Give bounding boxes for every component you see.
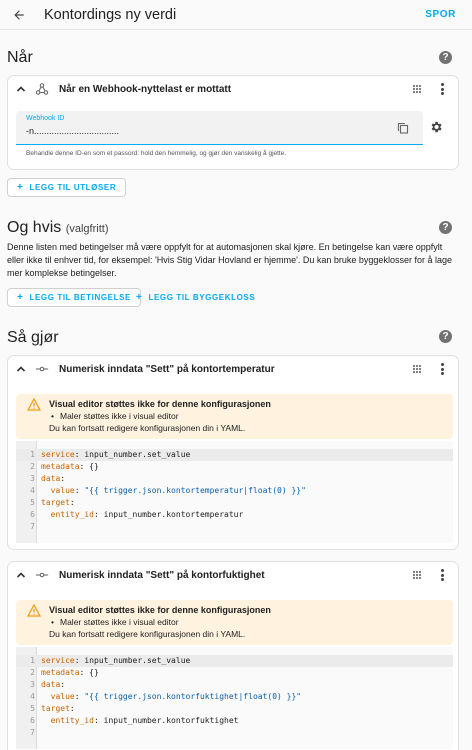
add-trigger-button[interactable]: + LEGG TIL UTLØSER [7, 178, 127, 197]
chevron-up-icon[interactable] [16, 570, 26, 580]
code-line: 6 entity_id: input_number.kontortemperat… [30, 510, 244, 519]
plus-icon: + [17, 182, 24, 193]
more-options-icon[interactable] [440, 83, 444, 95]
warning-alert: Visual editor støttes ikke for denne kon… [16, 600, 453, 645]
code-line: 4 value: "{{ trigger.json.kontorfuktighe… [30, 692, 302, 701]
trace-button[interactable]: SPOR [425, 9, 456, 20]
webhook-id-field[interactable]: Webhook ID -n...........................… [16, 111, 423, 145]
action-title: Numerisk inndata "Sett" på kontorfuktigh… [59, 570, 265, 581]
code-line: 5 target: [30, 704, 75, 713]
code-line: 3 data: [30, 680, 66, 689]
add-condition-button[interactable]: + LEGG TIL BETINGELSE [7, 288, 141, 307]
copy-icon[interactable] [397, 122, 409, 134]
add-building-block-button[interactable]: + LEGG TIL BYGGEKLOSS [136, 288, 255, 307]
back-arrow-icon[interactable] [8, 4, 30, 26]
help-icon[interactable]: ? [439, 221, 452, 234]
conditions-description: Denne listen med betingelser må være opp… [7, 242, 452, 278]
yaml-code-editor[interactable]: 1 service: input_number.set_value 2 metada… [16, 647, 453, 749]
add-condition-label: LEGG TIL BETINGELSE [29, 293, 131, 302]
conditions-heading-text: Og hvis [7, 219, 62, 236]
code-line: 7 [30, 522, 35, 531]
code-line: 1 service: input_number.set_value [16, 449, 453, 461]
trigger-card: Når en Webhook-nyttelast er mottatt Webh… [7, 75, 459, 170]
code-line: 2 metadata: {} [30, 668, 99, 677]
add-trigger-label: LEGG TIL UTLØSER [29, 183, 117, 192]
when-heading: Når [7, 49, 33, 66]
warning-icon [27, 604, 41, 617]
ray-vertex-icon [35, 572, 49, 578]
settings-gear-icon[interactable] [429, 120, 443, 134]
conditions-heading: Og hvis (valgfritt) [7, 219, 108, 237]
trigger-card-header[interactable]: Når en Webhook-nyttelast er mottatt [8, 76, 458, 104]
drag-handle-icon[interactable] [412, 364, 422, 374]
code-line: 7 [30, 728, 35, 737]
code-line: 3 data: [30, 474, 66, 483]
code-line: 2 metadata: {} [30, 462, 99, 471]
code-line: 6 entity_id: input_number.kontorfuktighe… [30, 716, 239, 725]
chevron-up-icon[interactable] [16, 84, 26, 94]
action-title: Numerisk inndata "Sett" på kontortempera… [59, 364, 275, 375]
add-building-block-label: LEGG TIL BYGGEKLOSS [148, 293, 256, 302]
ray-vertex-icon [35, 366, 49, 372]
yaml-code-editor[interactable]: 1 service: input_number.set_value 2 metada… [16, 441, 453, 543]
warning-alert: Visual editor støttes ikke for denne kon… [16, 394, 453, 439]
plus-icon: + [136, 292, 143, 303]
warning-text: Du kan fortsatt redigere konfigurasjonen… [49, 629, 246, 639]
action-card-header[interactable]: Numerisk inndata "Sett" på kontortempera… [8, 356, 458, 384]
webhook-helper-text: Behandle denne ID-en som et passord: hol… [26, 150, 287, 157]
warning-list-item: Maler støttes ikke i visual editor [51, 617, 179, 627]
warning-title: Visual editor støttes ikke for denne kon… [49, 605, 271, 615]
trigger-title: Når en Webhook-nyttelast er mottatt [59, 84, 232, 95]
action-card: Numerisk inndata "Sett" på kontorfuktigh… [7, 561, 459, 750]
code-line: 1 service: input_number.set_value [16, 655, 453, 667]
help-icon[interactable]: ? [439, 51, 452, 64]
top-app-bar: Kontordings ny verdi SPOR [0, 0, 472, 30]
action-card-header[interactable]: Numerisk inndata "Sett" på kontorfuktigh… [8, 562, 458, 590]
drag-handle-icon[interactable] [412, 84, 422, 94]
drag-handle-icon[interactable] [412, 570, 422, 580]
chevron-up-icon[interactable] [16, 364, 26, 374]
warning-icon [27, 398, 41, 411]
plus-icon: + [17, 292, 24, 303]
webhook-id-label: Webhook ID [26, 115, 65, 122]
webhook-icon [35, 83, 49, 95]
page-title: Kontordings ny verdi [44, 7, 177, 23]
webhook-id-value[interactable]: -n.................................. [26, 126, 119, 136]
code-line: 4 value: "{{ trigger.json.kontortemperat… [30, 486, 306, 495]
conditions-optional-label: (valgfritt) [65, 223, 109, 235]
action-card: Numerisk inndata "Sett" på kontortempera… [7, 355, 459, 550]
warning-text: Du kan fortsatt redigere konfigurasjonen… [49, 423, 246, 433]
code-line: 5 target: [30, 498, 75, 507]
warning-title: Visual editor støttes ikke for denne kon… [49, 399, 271, 409]
warning-list-item: Maler støttes ikke i visual editor [51, 411, 179, 421]
more-options-icon[interactable] [440, 363, 444, 375]
help-icon[interactable]: ? [439, 330, 452, 343]
actions-heading: Så gjør [7, 329, 59, 346]
more-options-icon[interactable] [440, 569, 444, 581]
